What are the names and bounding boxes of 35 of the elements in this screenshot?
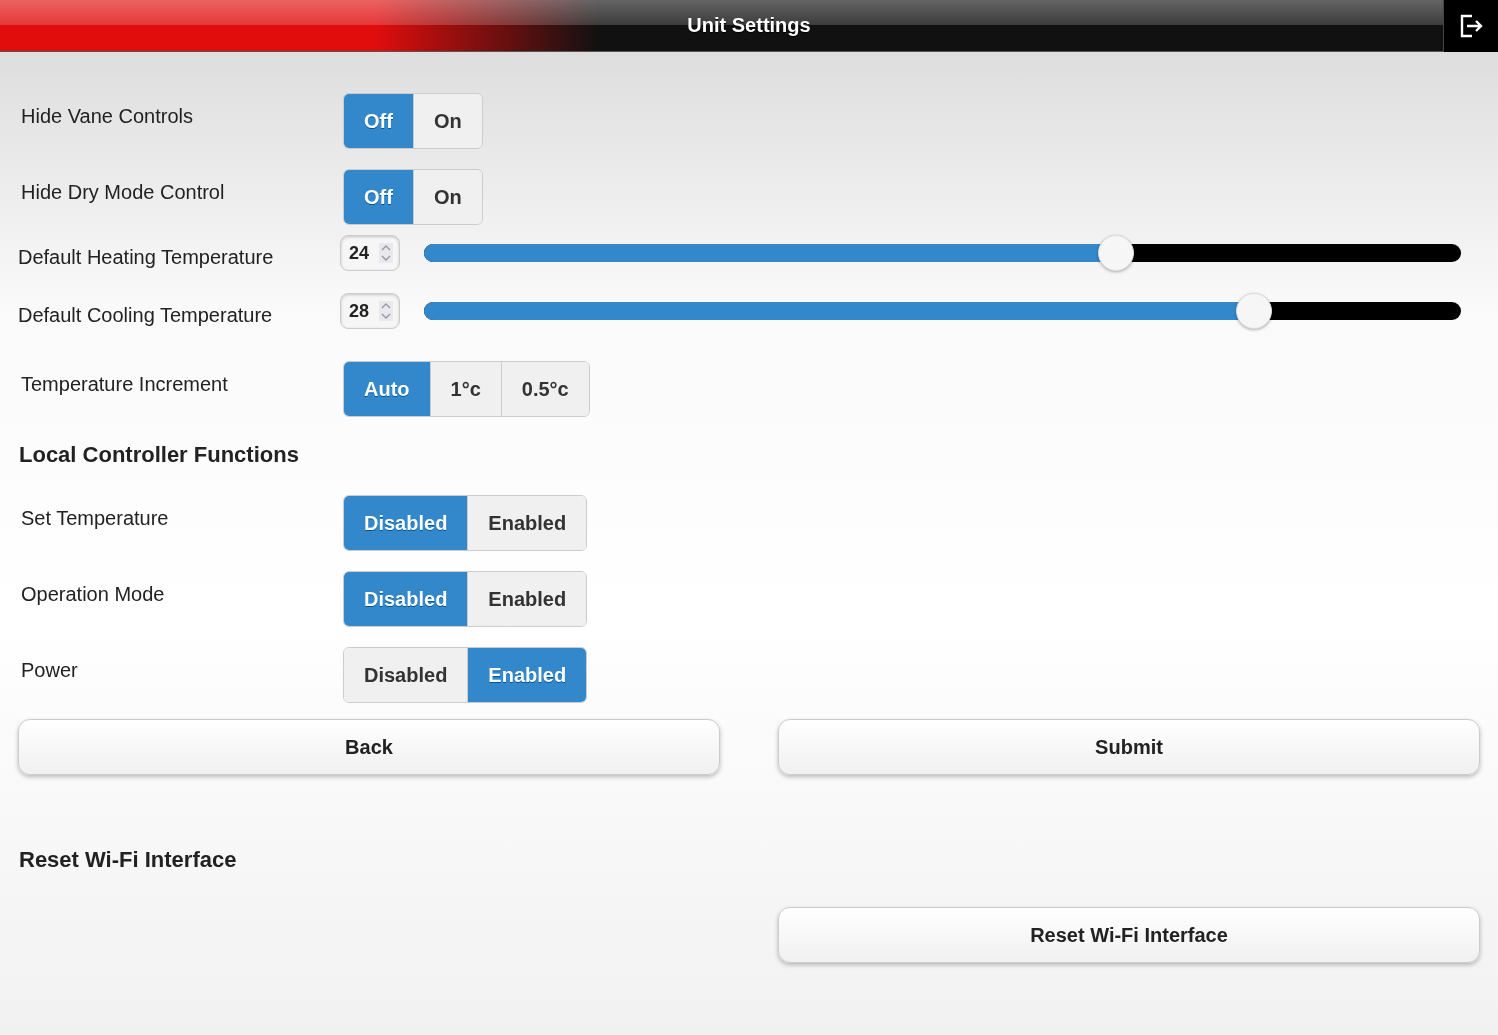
toggle-option[interactable]: Auto [344,362,430,416]
setting-label: Power [20,658,79,682]
action-button[interactable]: Submit [778,719,1480,775]
toggle-option[interactable]: Disabled [344,572,468,626]
toggle-option[interactable]: On [412,94,482,148]
page-title: Unit Settings [687,14,811,37]
logout-button[interactable] [1443,0,1498,52]
setting-label: Default Cooling Temperature [18,302,274,327]
toggle-option[interactable]: Disabled [344,648,468,702]
spinner-icon [379,243,393,263]
toggle-option[interactable]: Enabled [467,572,587,626]
toggle-option[interactable]: 1°c [429,362,501,416]
slider-handle[interactable] [1235,293,1272,329]
slider-handle[interactable] [1097,235,1134,271]
toggle-option[interactable]: On [412,170,482,224]
setting-label: Hide Vane Controls [20,104,194,128]
number-field[interactable]: 28 [340,293,400,329]
toggle-option[interactable]: Disabled [344,496,468,550]
toggle-option[interactable]: Enabled [467,496,587,550]
logout-icon [1458,13,1484,39]
spinner-icon [379,301,393,321]
setting-label: Set Temperature [20,506,170,530]
setting-label: Default Heating Temperature [18,244,275,269]
reset-button[interactable]: Reset Wi-Fi Interface [778,907,1480,963]
setting-label: Hide Dry Mode Control [20,180,226,204]
section-heading: Local Controller Functions [19,442,300,468]
toggle-option[interactable]: Off [344,94,413,148]
toggle-option[interactable]: 0.5°c [500,362,589,416]
section-heading: Reset Wi-Fi Interface [19,847,238,873]
setting-label: Operation Mode [20,582,166,606]
action-button[interactable]: Back [18,719,720,775]
toggle-option[interactable]: Enabled [467,648,587,702]
number-field[interactable]: 24 [340,235,400,271]
setting-label: Temperature Increment [20,372,229,396]
toggle-option[interactable]: Off [344,170,413,224]
